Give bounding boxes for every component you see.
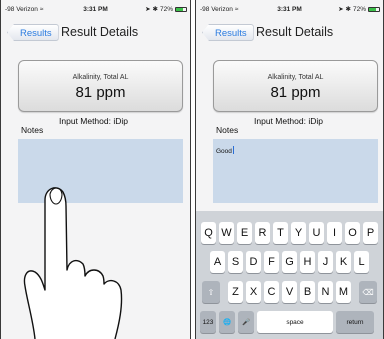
- key-v[interactable]: V: [282, 281, 297, 303]
- status-bar: -98 Verizon ≈ 3:31 PM ➤ ✱ 72%: [1, 0, 190, 18]
- key-e[interactable]: E: [237, 222, 252, 244]
- notes-text: Good: [216, 146, 234, 155]
- result-value-button[interactable]: Alkalinity, Total AL 81 ppm: [213, 60, 378, 112]
- page-title: Result Details: [256, 25, 334, 39]
- battery-fill: [369, 7, 377, 11]
- status-right: ➤ ✱ 72%: [145, 5, 187, 13]
- key-z[interactable]: Z: [228, 281, 243, 303]
- notes-text-field[interactable]: Good: [213, 139, 378, 203]
- keyboard-row-3: ⇧ ZXCVBNM ⌫: [196, 281, 383, 303]
- battery-percent: 72%: [352, 5, 366, 13]
- location-arrow-icon: ➤: [145, 6, 151, 13]
- key-w[interactable]: W: [219, 222, 234, 244]
- key-p[interactable]: P: [363, 222, 378, 244]
- key-t[interactable]: T: [273, 222, 288, 244]
- key-c[interactable]: C: [264, 281, 279, 303]
- results-back-button[interactable]: Results: [7, 24, 59, 41]
- keyboard-row-2: ASDFGHJKL: [196, 251, 383, 273]
- phone-screen-left: -98 Verizon ≈ 3:31 PM ➤ ✱ 72% Results Re…: [0, 0, 191, 339]
- text-cursor: [232, 146, 234, 154]
- keyboard-row-1: QWERTYUIOP: [196, 222, 383, 244]
- key-j[interactable]: J: [318, 251, 333, 273]
- keyboard-row-4: 123 🌐 🎤 space return: [196, 311, 383, 333]
- shift-key[interactable]: ⇧: [202, 281, 220, 303]
- key-g[interactable]: G: [282, 251, 297, 273]
- page-title: Result Details: [61, 25, 139, 39]
- navigation-bar: Results Result Details: [1, 18, 190, 46]
- battery-icon: [175, 6, 187, 12]
- phone-screen-right: -98 Verizon ≈ 3:31 PM ➤ ✱ 72% Results Re…: [195, 0, 384, 339]
- key-k[interactable]: K: [336, 251, 351, 273]
- result-parameter-label: Alkalinity, Total AL: [267, 74, 324, 81]
- notes-label: Notes: [21, 125, 44, 135]
- key-d[interactable]: D: [246, 251, 261, 273]
- battery-fill: [176, 7, 184, 11]
- key-o[interactable]: O: [345, 222, 360, 244]
- key-u[interactable]: U: [309, 222, 324, 244]
- result-parameter-label: Alkalinity, Total AL: [72, 74, 129, 81]
- key-s[interactable]: S: [228, 251, 243, 273]
- bluetooth-icon: ✱: [345, 6, 351, 13]
- key-l[interactable]: L: [354, 251, 369, 273]
- delete-key[interactable]: ⌫: [359, 281, 377, 303]
- key-x[interactable]: X: [246, 281, 261, 303]
- shift-icon: ⇧: [207, 287, 215, 297]
- space-key[interactable]: space: [257, 311, 333, 333]
- globe-key[interactable]: 🌐: [219, 311, 235, 333]
- notes-label: Notes: [216, 125, 239, 135]
- keyboard-row-3-letters: ZXCVBNM: [228, 281, 351, 303]
- navigation-bar: Results Result Details: [196, 18, 383, 46]
- numbers-key[interactable]: 123: [200, 311, 216, 333]
- location-arrow-icon: ➤: [338, 6, 344, 13]
- key-i[interactable]: I: [327, 222, 342, 244]
- key-q[interactable]: Q: [201, 222, 216, 244]
- result-value-button[interactable]: Alkalinity, Total AL 81 ppm: [18, 60, 183, 112]
- finger-illustration: [23, 187, 123, 339]
- key-a[interactable]: A: [210, 251, 225, 273]
- microphone-icon: 🎤: [241, 319, 251, 326]
- result-value: 81 ppm: [75, 84, 126, 101]
- status-right: ➤ ✱ 72%: [338, 5, 380, 13]
- battery-percent: 72%: [159, 5, 173, 13]
- input-method-label: Input Method: iDip: [59, 116, 128, 126]
- return-key[interactable]: return: [336, 311, 374, 333]
- input-method-label: Input Method: iDip: [254, 116, 323, 126]
- delete-icon: ⌫: [362, 287, 374, 297]
- key-r[interactable]: R: [255, 222, 270, 244]
- notes-text-value: Good: [216, 148, 232, 155]
- globe-icon: 🌐: [222, 319, 232, 326]
- key-y[interactable]: Y: [291, 222, 306, 244]
- key-f[interactable]: F: [264, 251, 279, 273]
- battery-icon: [368, 6, 380, 12]
- status-bar: -98 Verizon ≈ 3:31 PM ➤ ✱ 72%: [196, 0, 383, 18]
- dictation-key[interactable]: 🎤: [238, 311, 254, 333]
- key-m[interactable]: M: [336, 281, 351, 303]
- bluetooth-icon: ✱: [152, 6, 158, 13]
- onscreen-keyboard: QWERTYUIOP ASDFGHJKL ⇧ ZXCVBNM ⌫ 123 🌐 🎤…: [196, 211, 383, 339]
- key-n[interactable]: N: [318, 281, 333, 303]
- results-back-button[interactable]: Results: [202, 24, 254, 41]
- result-value: 81 ppm: [270, 84, 321, 101]
- key-b[interactable]: B: [300, 281, 315, 303]
- key-h[interactable]: H: [300, 251, 315, 273]
